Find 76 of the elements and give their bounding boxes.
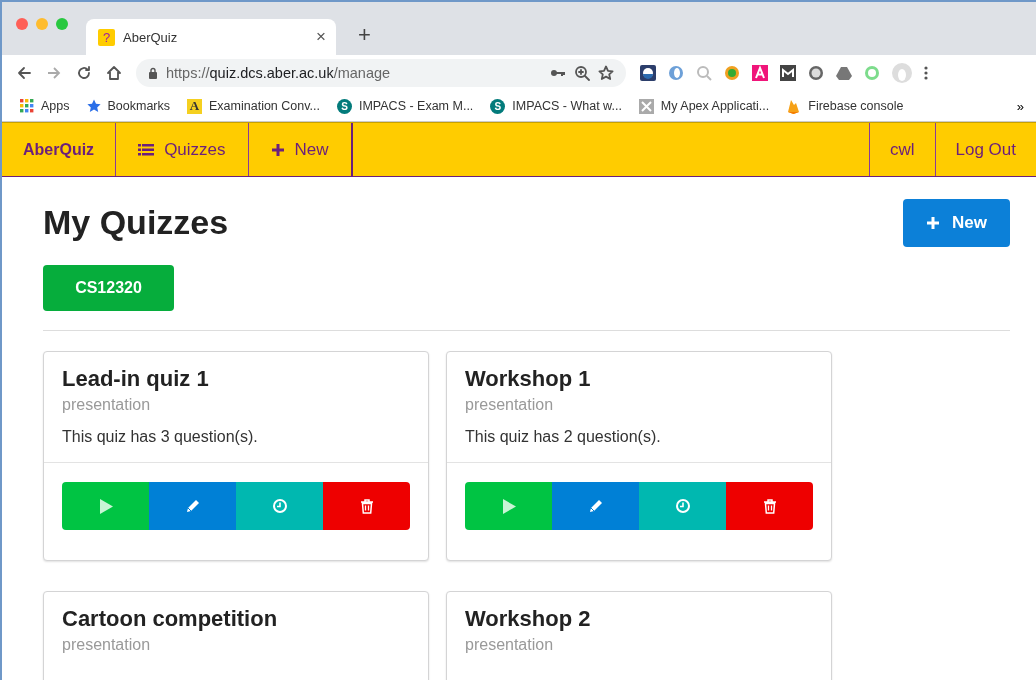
profile-avatar-icon: [892, 63, 912, 83]
delete-button[interactable]: [323, 482, 410, 530]
quiz-type: presentation: [62, 636, 152, 654]
quiz-title: Workshop 2: [465, 606, 592, 632]
quiz-description: This quiz has 3 question(s).: [62, 428, 259, 446]
bookmark-item[interactable]: S IMPACS - What w...: [490, 98, 622, 114]
quiz-type: presentation: [465, 636, 555, 654]
bookmarks-overflow-button[interactable]: »: [1016, 98, 1024, 114]
window-control-icon: [56, 17, 68, 30]
brand-link[interactable]: AberQuiz: [2, 123, 117, 176]
bookmark-favicon: S: [490, 98, 506, 114]
new-tab-button[interactable]: +: [352, 21, 377, 49]
apps-grid-icon: [20, 99, 34, 113]
forward-icon: [46, 65, 62, 81]
close-tab-button[interactable]: ×: [316, 27, 326, 47]
bookmark-label: Bookmarks: [107, 99, 171, 113]
reload-icon: [76, 65, 92, 81]
flame-icon: [786, 98, 802, 114]
star-icon: [86, 99, 101, 113]
window-control-icon: [36, 17, 48, 30]
quiz-description: This quiz has 2 question(s).: [465, 428, 662, 446]
zoom-icon: [574, 65, 590, 81]
window-control-icon: [16, 17, 28, 30]
quiz-type: presentation: [62, 396, 152, 414]
star-icon: [598, 65, 614, 81]
bookmark-favicon: A: [187, 98, 203, 114]
bookmark-favicon: S: [336, 98, 352, 114]
bookmark-item[interactable]: S IMPACS - Exam M...: [336, 98, 474, 114]
quiz-title: Cartoon competition: [62, 606, 279, 632]
lock-icon: [148, 67, 158, 79]
url-text: https://quiz.dcs.aber.ac.uk/manage: [166, 65, 392, 81]
menu-icon: [924, 65, 928, 81]
trash-icon: [359, 498, 374, 514]
history-button[interactable]: [639, 482, 726, 530]
clock-icon: [272, 499, 287, 513]
history-button[interactable]: [236, 482, 323, 530]
clock-icon: [675, 499, 690, 513]
home-icon: [106, 65, 122, 81]
bookmark-item[interactable]: Apps: [20, 99, 70, 113]
play-icon: [501, 498, 516, 514]
start-button[interactable]: [465, 482, 552, 530]
pencil-icon: [184, 498, 201, 514]
bookmark-label: Examination Conv...: [209, 99, 320, 113]
bookmark-favicon-icon: [638, 98, 654, 114]
favicon: ?: [98, 28, 115, 46]
delete-button[interactable]: [726, 482, 813, 530]
bookmark-item[interactable]: Bookmarks: [86, 99, 171, 113]
page-title: My Quizzes: [43, 203, 229, 242]
bookmark-label: IMPACS - What w...: [512, 99, 622, 113]
tab-title: AberQuiz: [123, 29, 179, 45]
browser-tab[interactable]: ? AberQuiz ×: [86, 19, 336, 55]
quiz-title: Workshop 1: [465, 366, 592, 392]
quiz-title: Lead-in quiz 1: [62, 366, 210, 392]
quiz-type: presentation: [465, 396, 555, 414]
start-button[interactable]: [62, 482, 149, 530]
nav-link[interactable]: cwl: [868, 123, 935, 176]
bookmark-label: Apps: [41, 99, 70, 113]
list-icon: [138, 142, 155, 157]
trash-icon: [762, 498, 777, 514]
bookmark-label: Firebase console: [808, 99, 904, 113]
bookmark-item[interactable]: My Apex Applicati...: [638, 98, 770, 114]
edit-button[interactable]: [552, 482, 639, 530]
bookmark-item[interactable]: Firebase console: [786, 98, 904, 114]
nav-link[interactable]: Quizzes: [116, 123, 249, 176]
bookmark-item[interactable]: A Examination Conv...: [187, 98, 320, 114]
play-icon: [98, 498, 113, 514]
address-bar[interactable]: https://quiz.dcs.aber.ac.uk/manage: [136, 59, 626, 87]
bookmark-label: My Apex Applicati...: [660, 99, 770, 113]
nav-link[interactable]: Log Out: [934, 123, 1036, 176]
bookmark-label: IMPACS - Exam M...: [358, 99, 474, 113]
pencil-icon: [587, 498, 604, 514]
edit-button[interactable]: [149, 482, 236, 530]
plus-icon: [926, 216, 941, 230]
new-quiz-button[interactable]: New: [903, 199, 1010, 247]
plus-icon: [270, 142, 285, 157]
back-icon: [16, 65, 32, 81]
